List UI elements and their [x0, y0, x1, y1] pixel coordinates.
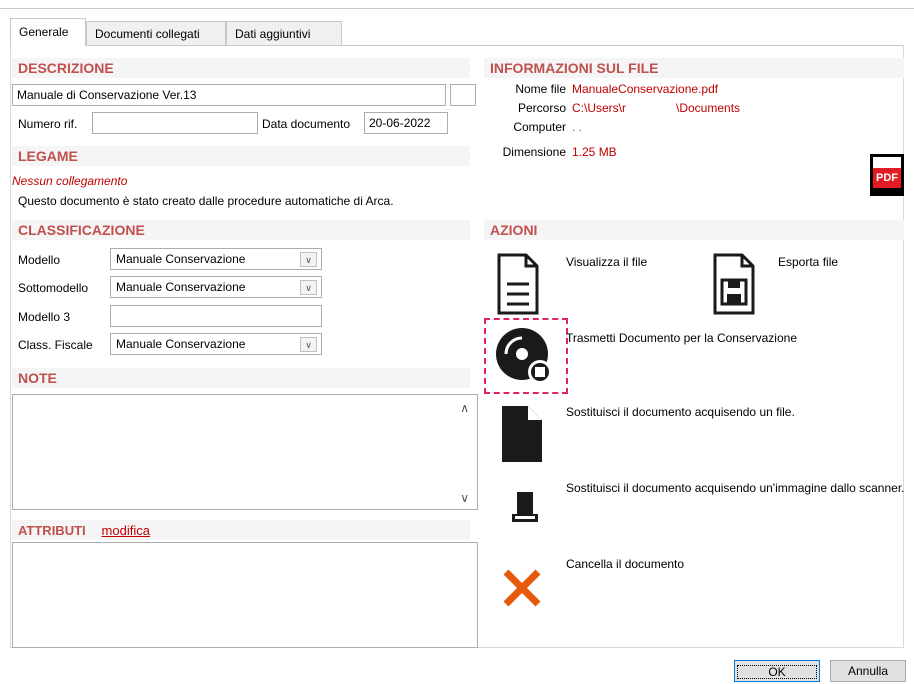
visualizza-action[interactable]: Visualizza il file: [566, 254, 647, 270]
descrizione-header: DESCRIZIONE: [12, 58, 470, 78]
delete-x-icon[interactable]: [500, 566, 544, 610]
dimensione-value: 1.25 MB: [572, 145, 617, 159]
nome-file-label: Nome file: [515, 82, 566, 96]
pdf-badge-text: PDF: [876, 172, 898, 184]
computer-label: Computer: [513, 120, 566, 134]
tab-dati-aggiuntivi[interactable]: Dati aggiuntivi: [226, 21, 342, 45]
numero-rif-input[interactable]: [92, 112, 258, 134]
top-rule: [0, 8, 914, 9]
scroll-up-icon[interactable]: ∧: [460, 401, 469, 415]
attributi-title: ATTRIBUTI: [18, 523, 86, 538]
cancella-action[interactable]: Cancella il documento: [566, 556, 684, 572]
modello-select-value: Manuale Conservazione: [116, 252, 246, 266]
link-status: Nessun collegamento: [12, 174, 128, 188]
file-replace-icon[interactable]: [500, 404, 544, 464]
document-view-icon[interactable]: [496, 252, 540, 316]
legame-header: LEGAME: [12, 146, 470, 166]
data-documento-label: Data documento: [262, 117, 351, 131]
cd-transmit-icon[interactable]: [494, 326, 554, 386]
chevron-down-icon[interactable]: ∨: [300, 280, 317, 295]
chevron-down-icon[interactable]: ∨: [300, 337, 317, 352]
scanner-icon[interactable]: [510, 490, 540, 526]
description-input[interactable]: Manuale di Conservazione Ver.13: [12, 84, 446, 106]
note-textarea[interactable]: ∧ ∨: [12, 394, 478, 510]
nome-file-value: ManualeConservazione.pdf: [572, 82, 719, 96]
info-file-header: INFORMAZIONI SUL FILE: [484, 58, 904, 78]
sottomodello-select-value: Manuale Conservazione: [116, 280, 246, 294]
sottomodello-select[interactable]: Manuale Conservazione ∨: [110, 276, 322, 298]
class-fiscale-label: Class. Fiscale: [18, 338, 93, 352]
modello3-input[interactable]: [110, 305, 322, 327]
class-fiscale-select[interactable]: Manuale Conservazione ∨: [110, 333, 322, 355]
attributi-box: [12, 542, 478, 648]
scroll-down-icon[interactable]: ∨: [460, 491, 469, 505]
dimensione-label: Dimensione: [502, 145, 566, 159]
annulla-button[interactable]: Annulla: [830, 660, 906, 682]
sottomodello-label: Sottomodello: [18, 281, 89, 295]
ok-button[interactable]: OK: [734, 660, 820, 682]
tab-generale[interactable]: Generale: [10, 18, 86, 46]
sostituisci-file-action[interactable]: Sostituisci il documento acquisendo un f…: [566, 404, 795, 420]
esporta-action[interactable]: Esporta file: [778, 254, 838, 270]
sostituisci-scanner-action[interactable]: Sostituisci il documento acquisendo un'i…: [566, 480, 906, 496]
legame-note: Questo documento è stato creato dalle pr…: [18, 194, 394, 208]
modifica-link[interactable]: modifica: [102, 523, 150, 538]
classificazione-header: CLASSIFICAZIONE: [12, 220, 470, 240]
percorso-value: C:\Users\r \Documents: [572, 101, 741, 115]
pdf-file-icon[interactable]: PDF: [870, 154, 904, 196]
modello3-label: Modello 3: [18, 310, 71, 324]
tab-documenti-collegati[interactable]: Documenti collegati: [86, 21, 226, 45]
description-extra-input[interactable]: [450, 84, 476, 106]
computer-value: . .: [572, 120, 583, 134]
data-documento-input[interactable]: 20-06-2022: [364, 112, 448, 134]
trasmetti-action[interactable]: Trasmetti Documento per la Conservazione: [566, 330, 797, 346]
chevron-down-icon[interactable]: ∨: [300, 252, 317, 267]
note-header: NOTE: [12, 368, 470, 388]
attributi-header: ATTRIBUTI modifica: [12, 520, 470, 540]
numero-rif-label: Numero rif.: [18, 117, 78, 131]
percorso-label: Percorso: [517, 101, 566, 115]
ok-button-label: OK: [737, 665, 817, 679]
export-file-icon[interactable]: [712, 252, 756, 316]
azioni-header: AZIONI: [484, 220, 904, 240]
modello-select[interactable]: Manuale Conservazione ∨: [110, 248, 322, 270]
modello-label: Modello: [18, 253, 61, 267]
class-fiscale-select-value: Manuale Conservazione: [116, 337, 246, 351]
